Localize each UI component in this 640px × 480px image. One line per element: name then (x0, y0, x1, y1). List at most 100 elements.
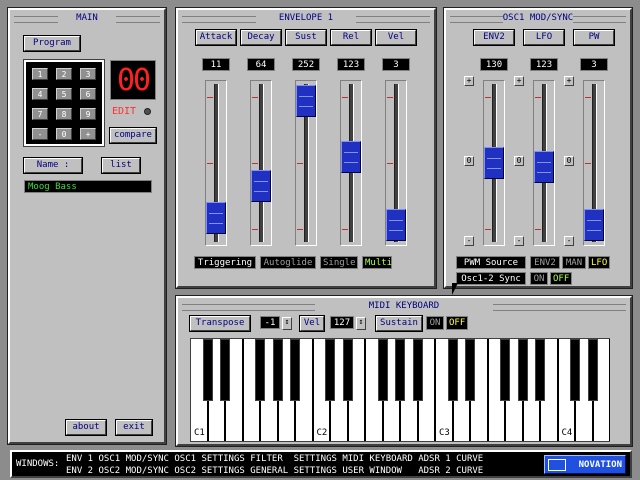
black-key[interactable] (255, 339, 265, 401)
env-rel-slider-thumb[interactable] (341, 140, 361, 173)
osc-tick-mark (535, 96, 541, 98)
mode-single[interactable]: Single (320, 256, 358, 269)
compare-button[interactable]: compare (110, 128, 156, 143)
env-attack-slider-thumb[interactable] (206, 201, 226, 234)
keypad-key-6[interactable]: 6 (80, 88, 96, 100)
osc-zero-2[interactable]: 0 (514, 156, 524, 166)
black-key[interactable] (517, 339, 528, 401)
osc-plus-3[interactable]: + (564, 76, 574, 86)
keypad-key-5[interactable]: 5 (56, 88, 72, 100)
envelope-panel-title: ENVELOPE 1 (182, 12, 430, 25)
transpose-label: Transpose (190, 316, 250, 331)
envelope-panel: ENVELOPE 1 Attack 11 Decay 64 Sust 252 Rel 123 V… (176, 8, 436, 288)
black-key[interactable] (395, 339, 405, 401)
keypad-key-8[interactable]: 8 (56, 108, 72, 120)
vel-value[interactable]: 127 (330, 316, 354, 329)
env-tick-mark (252, 163, 258, 164)
keypad-key-4[interactable]: 4 (32, 88, 48, 100)
piano-keyboard[interactable]: C1 C2 C3 C4 (190, 338, 610, 442)
windows-row-1[interactable]: ENV 1 OSC1 MOD/SYNC OSC1 SETTINGS FILTER… (66, 453, 546, 465)
program-keypad: 1 2 3 4 5 6 7 8 9 - 0 + (24, 60, 104, 146)
about-button[interactable]: about (66, 420, 106, 435)
osc-plus-1[interactable]: + (464, 76, 474, 86)
env-tick-mark (342, 229, 348, 231)
osc-zero-3[interactable]: 0 (564, 156, 574, 166)
transpose-stepper-icon[interactable]: ↕ (282, 317, 292, 330)
sustain-off-toggle[interactable]: OFF (446, 316, 468, 330)
env-tick-mark (297, 163, 303, 164)
keypad-key-plus[interactable]: + (80, 128, 96, 140)
list-button[interactable]: list (102, 158, 140, 173)
osc-plus-2[interactable]: + (514, 76, 524, 86)
mode-autoglide[interactable]: Autoglide (260, 256, 316, 269)
black-key[interactable] (447, 339, 458, 401)
osc-minus-3[interactable]: - (564, 236, 574, 246)
black-key[interactable] (342, 339, 353, 401)
env-rel-button[interactable]: Rel (331, 30, 371, 45)
env-attack-value: 11 (202, 58, 230, 71)
env-decay-value: 64 (247, 58, 275, 71)
novation-brand-text: NOVATION (578, 460, 622, 470)
octave-label: C2 (316, 428, 328, 438)
black-key[interactable] (570, 339, 580, 401)
env-tick-mark (252, 229, 258, 231)
env-vel-slider-thumb[interactable] (386, 209, 406, 242)
osc-env2-button[interactable]: ENV2 (474, 30, 514, 45)
black-key[interactable] (587, 339, 598, 401)
exit-button[interactable]: exit (116, 420, 152, 435)
osc-pw-slider-thumb[interactable] (584, 209, 604, 242)
pwm-source-lfo[interactable]: LFO (588, 256, 610, 269)
black-key[interactable] (465, 339, 475, 401)
keypad-key-minus[interactable]: - (32, 128, 48, 140)
black-key[interactable] (290, 339, 300, 401)
program-button[interactable]: Program (24, 36, 80, 51)
env-tick-mark (342, 96, 348, 98)
keypad-key-7[interactable]: 7 (32, 108, 48, 120)
osc-zero-1[interactable]: 0 (464, 156, 474, 166)
osc-minus-1[interactable]: - (464, 236, 474, 246)
osc-minus-2[interactable]: - (514, 236, 524, 246)
windows-row-2[interactable]: ENV 2 OSC2 MOD/SYNC OSC2 SETTINGS GENERA… (66, 465, 546, 477)
osc-lfo-slider-thumb[interactable] (534, 150, 554, 183)
keypad-key-1[interactable]: 1 (32, 68, 48, 80)
black-key[interactable] (412, 339, 423, 401)
keypad-key-0[interactable]: 0 (56, 128, 72, 140)
pwm-source-man[interactable]: MAN (562, 256, 586, 269)
osc-pw-button[interactable]: PW (574, 30, 614, 45)
osc-lfo-button[interactable]: LFO (524, 30, 564, 45)
octave-label: C3 (439, 428, 450, 438)
black-key[interactable] (325, 339, 335, 401)
patch-name-field[interactable]: Moog Bass (24, 180, 152, 193)
pwm-source-env2[interactable]: ENV2 (530, 256, 560, 269)
osc-env2-slider-thumb[interactable] (484, 147, 504, 179)
env-decay-slider-thumb[interactable] (251, 170, 271, 203)
black-key[interactable] (272, 339, 283, 401)
env-decay-button[interactable]: Decay (241, 30, 281, 45)
vel-stepper-icon[interactable]: ↕ (356, 317, 366, 330)
black-key[interactable] (220, 339, 230, 401)
env-attack-button[interactable]: Attack (196, 30, 236, 45)
edit-label: EDIT (112, 106, 137, 117)
transpose-value[interactable]: -1 (260, 316, 280, 329)
sustain-on-toggle[interactable]: ON (426, 316, 444, 330)
novation-logo: NOVATION (544, 455, 626, 474)
pwm-source-label: PWM Source (456, 256, 526, 269)
black-key[interactable] (500, 339, 510, 401)
black-key[interactable] (202, 339, 213, 401)
keypad-key-9[interactable]: 9 (80, 108, 96, 120)
novation-logo-icon (548, 459, 566, 471)
mode-multi[interactable]: Multi (362, 256, 392, 269)
sync-off-toggle[interactable]: OFF (550, 272, 572, 285)
osc-tick-mark (535, 229, 541, 231)
edit-indicator-icon[interactable] (144, 108, 151, 115)
env-sust-value: 252 (292, 58, 320, 71)
black-key[interactable] (535, 339, 545, 401)
mode-triggering[interactable]: Triggering (194, 256, 256, 269)
keypad-key-2[interactable]: 2 (56, 68, 72, 80)
black-key[interactable] (377, 339, 388, 401)
sync-on-toggle[interactable]: ON (530, 272, 548, 285)
env-sust-slider-thumb[interactable] (296, 84, 316, 117)
env-sust-button[interactable]: Sust (286, 30, 326, 45)
env-vel-button[interactable]: Vel (376, 30, 416, 45)
keypad-key-3[interactable]: 3 (80, 68, 96, 80)
